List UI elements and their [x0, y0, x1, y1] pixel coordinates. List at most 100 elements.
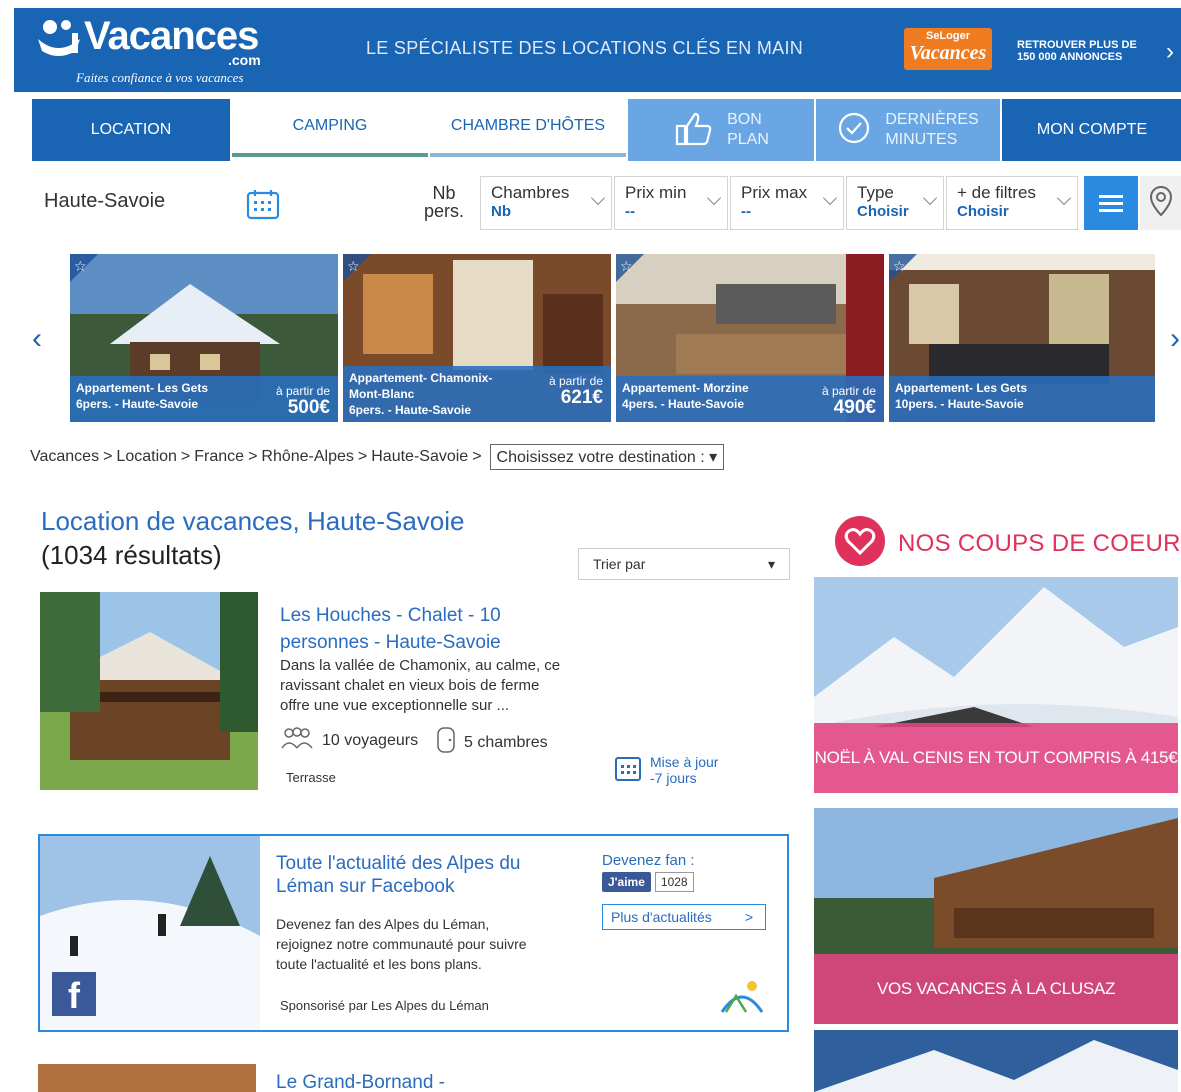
card-caption: Appartement- Les Gets 10pers. - Haute-Sa… [889, 376, 1155, 422]
filter-prix-max[interactable]: Prix max -- [730, 176, 844, 230]
list-view-button[interactable] [1084, 176, 1138, 230]
thumbs-up-icon [673, 110, 713, 151]
carousel-card[interactable]: ☆ Appartement- Les Gets 6pers. - Haute-S… [70, 254, 338, 422]
tab-bon-plan[interactable]: BON PLAN [628, 99, 814, 161]
more-news-arrow: > [744, 909, 753, 925]
tab-dernieres-minutes[interactable]: DERNIÈRES MINUTES [816, 99, 1000, 161]
next-listing-photo[interactable] [38, 1064, 256, 1092]
listing-feature: Terrasse [286, 770, 336, 785]
nb-persons-line1: Nb [432, 183, 456, 203]
calendar-icon[interactable] [246, 188, 280, 225]
more-news-label: Plus d'actualités [611, 909, 712, 925]
tab-bonplan-line2: PLAN [727, 131, 769, 148]
filter-value: -- [741, 203, 751, 220]
facebook-text-line2: rejoignez notre communauté pour suivre [276, 936, 527, 952]
carousel-prev-icon[interactable]: ‹ [32, 322, 42, 356]
menu-line [1099, 201, 1123, 205]
tab-derniere-line1: DERNIÈRES [885, 111, 979, 128]
favorite-star-icon[interactable]: ☆ [74, 258, 87, 275]
facebook-text-line3: toute l'actualité et les bons plans. [276, 956, 482, 972]
map-view-button[interactable] [1140, 176, 1181, 230]
chevron-right-icon[interactable]: › [1166, 38, 1174, 66]
listing-rooms: 5 chambres [436, 726, 548, 759]
facebook-title-line1: Toute l'actualité des Alpes du [276, 853, 521, 874]
tab-location-label: LOCATION [90, 121, 172, 138]
breadcrumb-link[interactable]: Vacances [30, 448, 99, 466]
filter-label: Chambres [491, 183, 570, 202]
filter-chambres[interactable]: Chambres Nb [480, 176, 612, 230]
listing-title-line1: Les Houches - Chalet - 10 [280, 605, 501, 626]
guests-count: 10 voyageurs [322, 731, 419, 749]
logo-icon [36, 17, 82, 57]
card-price-value: 490€ [833, 397, 876, 418]
carousel-card[interactable]: ☆ Appartement- Chamonix- Mont-Blanc 6per… [343, 254, 611, 422]
card-price: à partir de 621€ [549, 374, 603, 408]
favorite-star-icon[interactable]: ☆ [347, 258, 360, 275]
seloger-badge[interactable]: SeLoger Vacances [904, 28, 992, 70]
logo-tagline: Faites confiance à vos vacances [76, 70, 244, 85]
sort-select[interactable]: Trier par ▾ [578, 548, 790, 580]
listing-update: Mise à jour -7 jours [614, 754, 718, 786]
listing-title[interactable]: Les Houches - Chalet - 10 personnes - Ha… [280, 602, 550, 656]
like-button[interactable]: J'aime [602, 872, 651, 892]
more-news-button[interactable]: Plus d'actualités > [602, 904, 766, 930]
nb-persons-select[interactable]: Nb pers. [424, 184, 464, 220]
tab-compte-label: MON COMPTE [1036, 121, 1148, 138]
tab-camping[interactable]: CAMPING [232, 99, 428, 157]
filter-value: -- [625, 203, 635, 220]
breadcrumb-link[interactable]: Haute-Savoie [371, 448, 468, 466]
promo-card[interactable] [814, 1030, 1178, 1092]
filter-more[interactable]: + de filtres Choisir [946, 176, 1078, 230]
breadcrumb-separator: > [248, 448, 258, 465]
tab-location[interactable]: LOCATION [32, 99, 230, 161]
partner-link[interactable]: RETROUVER PLUS DE 150 000 ANNONCES [1017, 39, 1157, 63]
promo-card[interactable]: VOS VACANCES À LA CLUSAZ [814, 808, 1178, 1024]
destination-input[interactable]: Haute-Savoie [44, 190, 165, 213]
people-icon [280, 726, 314, 755]
carousel-next-icon[interactable]: › [1170, 322, 1180, 356]
breadcrumb-link[interactable]: Rhône-Alpes [261, 448, 354, 466]
check-circle-icon [837, 111, 871, 150]
listing-photo[interactable] [40, 592, 258, 790]
filter-prix-min[interactable]: Prix min -- [614, 176, 728, 230]
sponsor-text: Sponsorisé par Les Alpes du Léman [280, 998, 489, 1013]
tab-chambre-hotes[interactable]: CHAMBRE D'HÔTES [430, 99, 626, 157]
tab-mon-compte[interactable]: MON COMPTE [1002, 99, 1181, 161]
filter-label: Type [857, 183, 894, 202]
filter-value: Choisir [857, 203, 909, 220]
nb-persons-line2: pers. [424, 201, 465, 221]
promo-label: NOËL À VAL CENIS EN TOUT COMPRIS À 415€ [814, 723, 1178, 793]
partner-text-1: RETROUVER PLUS DE [1017, 39, 1137, 51]
promo-label: VOS VACANCES À LA CLUSAZ [814, 954, 1178, 1024]
logo-suffix: .com [228, 52, 261, 68]
facebook-title[interactable]: Toute l'actualité des Alpes du Léman sur… [276, 852, 556, 898]
update-line1: Mise à jour [650, 754, 719, 770]
favorite-star-icon[interactable]: ☆ [620, 258, 633, 275]
site-logo[interactable]: Vacances .com Faites confiance à vos vac… [36, 14, 261, 85]
tab-bonplan-line1: BON [727, 111, 762, 128]
destination-select[interactable]: Choisissez votre destination : ▾ [489, 444, 725, 470]
carousel-card[interactable]: ☆ Appartement- Les Gets 10pers. - Haute-… [889, 254, 1155, 422]
breadcrumb: Vacances > Location > France > Rhône-Alp… [30, 444, 725, 470]
card-line1: Appartement- Les Gets [895, 381, 1028, 395]
card-price-value: 500€ [287, 397, 330, 418]
carousel-card[interactable]: ☆ Appartement- Morzine 4pers. - Haute-Sa… [616, 254, 884, 422]
filter-label: + de filtres [957, 183, 1036, 202]
facebook-text-line1: Devenez fan des Alpes du Léman, [276, 916, 490, 932]
breadcrumb-separator: > [357, 448, 368, 465]
card-price-value: 621€ [560, 387, 603, 408]
promo-card[interactable]: NOËL À VAL CENIS EN TOUT COMPRIS À 415€ [814, 577, 1178, 793]
filter-type[interactable]: Type Choisir [846, 176, 944, 230]
like-widget: J'aime 1028 [602, 872, 694, 892]
card-from: à partir de [548, 374, 603, 388]
sidebar-title: NOS COUPS DE COEUR [898, 530, 1181, 557]
listing-guests: 10 voyageurs [280, 726, 418, 755]
favorite-star-icon[interactable]: ☆ [893, 258, 906, 275]
next-listing-title[interactable]: Le Grand-Bornand - [276, 1072, 445, 1092]
card-price: à partir de 490€ [822, 384, 876, 418]
page-title: Location de vacances, Haute-Savoie [41, 506, 465, 536]
fan-label: Devenez fan : [602, 852, 695, 869]
breadcrumb-link[interactable]: Location [116, 448, 177, 466]
listing-desc-line2: ravissant chalet en vieux bois de ferme [280, 677, 540, 694]
breadcrumb-link[interactable]: France [194, 448, 244, 466]
